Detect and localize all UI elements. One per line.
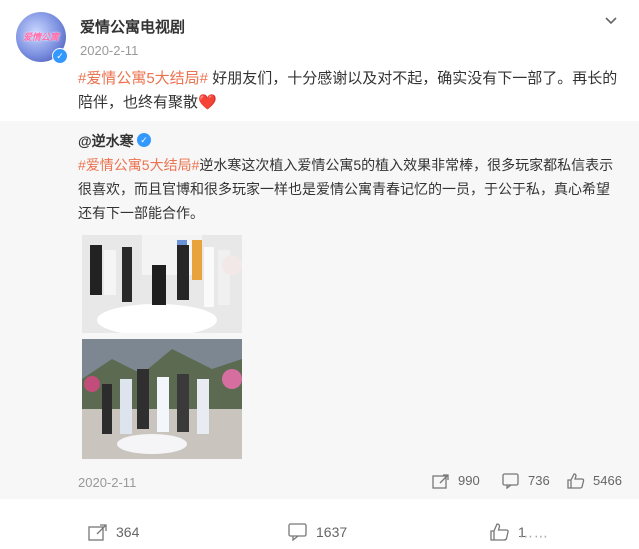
footer-share-count: 364	[116, 524, 140, 540]
username[interactable]: 爱情公寓电视剧	[80, 16, 185, 37]
weibo-post-card: 爱情公寓 ✓ 爱情公寓电视剧 2020-2-11 #爱情公寓5大结局# 好朋友们…	[0, 0, 639, 549]
verified-badge-icon: ✓	[137, 133, 151, 147]
original-post-time[interactable]: 2020-2-11	[78, 475, 136, 490]
heart-emoji: ❤️	[198, 94, 217, 111]
comment-icon	[502, 473, 519, 489]
wedding-photo-art	[82, 235, 242, 333]
post-photo-wedding[interactable]	[82, 235, 242, 333]
repost-block: @逆水寒 ✓ #爱情公寓5大结局#逆水寒这次植入爱情公寓5的植入效果非常棒，很多…	[0, 121, 639, 499]
like-count: 5466	[593, 473, 622, 488]
thumbs-up-icon	[490, 523, 509, 541]
costume-photo-art	[82, 339, 242, 459]
verified-badge-icon: ✓	[52, 48, 68, 64]
post-time[interactable]: 2020-2-11	[80, 43, 138, 58]
share-icon	[432, 474, 449, 489]
avatar-logo-text: 爱情公寓	[22, 32, 59, 42]
original-post-text: #爱情公寓5大结局#逆水寒这次植入爱情公寓5的植入效果非常棒，很多玩家都私信表示…	[78, 153, 623, 225]
footer-comment-count: 1637	[316, 524, 348, 540]
footer-more-dots: ⋯⋯	[519, 528, 549, 544]
original-author[interactable]: @逆水寒	[78, 131, 134, 151]
thumbs-up-icon	[567, 473, 585, 489]
post-text: #爱情公寓5大结局# 好朋友们，十分感谢以及对不起，确实没有下一部了。再长的陪伴…	[78, 67, 623, 115]
chevron-down-icon[interactable]	[602, 12, 620, 30]
comment-icon	[288, 523, 307, 541]
share-icon	[88, 524, 107, 541]
comment-count: 736	[528, 473, 550, 488]
share-count: 990	[458, 473, 480, 488]
hashtag-link[interactable]: #爱情公寓5大结局#	[78, 70, 208, 87]
post-photo-costume[interactable]	[82, 339, 242, 459]
hashtag-link[interactable]: #爱情公寓5大结局#	[78, 157, 199, 173]
